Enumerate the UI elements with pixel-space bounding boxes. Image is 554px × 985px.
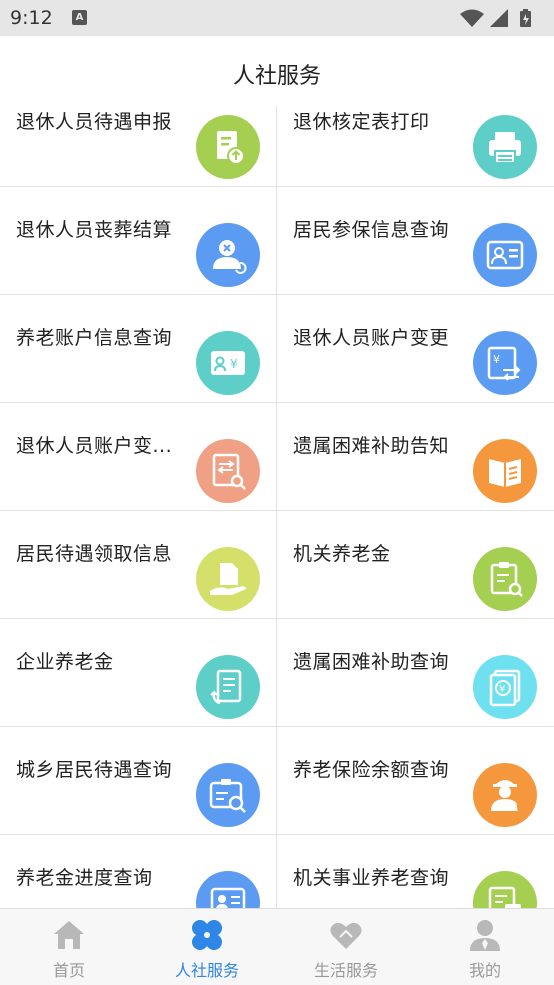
service-item-pension-progress-query[interactable]: 养老金进度查询 [0, 835, 277, 908]
user-icon [467, 917, 503, 957]
tab-label: 生活服务 [313, 961, 378, 980]
service-item-survivor-subsidy-query[interactable]: 遗属困难补助查询 ¥ [277, 619, 554, 727]
service-item-retirement-form-print[interactable]: 退休核定表打印 [277, 106, 554, 187]
service-label: 退休人员丧葬结算 [16, 219, 173, 241]
service-item-government-pension[interactable]: 机关养老金 [277, 511, 554, 619]
title-bar: 人社服务 [0, 36, 554, 106]
service-label: 企业养老金 [16, 651, 114, 673]
service-label: 居民待遇领取信息 [16, 543, 173, 565]
tab-life-services[interactable]: 生活服务 [277, 909, 415, 985]
svg-text:¥: ¥ [230, 357, 238, 371]
printer-icon [473, 115, 537, 179]
clipboard-search-icon [473, 547, 537, 611]
service-item-institution-pension-query[interactable]: 机关事业养老查询 ¥ [277, 835, 554, 908]
service-item-funeral-settlement[interactable]: 退休人员丧葬结算 [0, 187, 277, 295]
bottom-tab-bar: 首页 人社服务 生活服务 我的 [0, 908, 554, 985]
document-search-icon [196, 439, 260, 503]
service-item-resident-insurance-query[interactable]: 居民参保信息查询 [277, 187, 554, 295]
service-label: 机关事业养老查询 [293, 867, 450, 889]
service-item-retiree-account-change-2[interactable]: 退休人员账户变... [0, 403, 277, 511]
signal-icon [490, 9, 508, 27]
id-card-icon [473, 223, 537, 287]
battery-icon [520, 9, 531, 27]
open-book-icon [473, 439, 537, 503]
service-label: 退休人员待遇申报 [16, 111, 173, 133]
service-label: 退休核定表打印 [293, 111, 430, 133]
heart-icon [328, 917, 364, 957]
yuan-stack-icon: ¥ [473, 655, 537, 719]
status-time: 9:12 [10, 7, 53, 29]
hand-document-icon [196, 547, 260, 611]
tab-label: 我的 [468, 961, 501, 980]
service-item-retiree-account-change[interactable]: 退休人员账户变更 ¥ [277, 295, 554, 403]
tab-mine[interactable]: 我的 [416, 909, 554, 985]
card-search-icon [196, 763, 260, 827]
tab-label: 首页 [52, 961, 85, 980]
person-cancel-icon [196, 223, 260, 287]
account-yuan-icon: ¥ [196, 331, 260, 395]
service-label: 养老金进度查询 [16, 867, 153, 889]
service-item-enterprise-pension[interactable]: 企业养老金 [0, 619, 277, 727]
service-label: 遗属困难补助查询 [293, 651, 450, 673]
service-label: 养老账户信息查询 [16, 327, 173, 349]
tab-label: 人社服务 [174, 961, 239, 980]
service-label: 退休人员账户变更 [293, 327, 450, 349]
service-item-resident-benefit-info[interactable]: 居民待遇领取信息 [0, 511, 277, 619]
service-label: 退休人员账户变... [16, 435, 173, 457]
page-title: 人社服务 [232, 64, 321, 89]
service-item-pension-balance-query[interactable]: 养老保险余额查询 [277, 727, 554, 835]
wifi-icon [460, 9, 484, 27]
service-item-survivor-subsidy-notice[interactable]: 遗属困难补助告知 [277, 403, 554, 511]
status-bar: 9:12 A [0, 0, 554, 36]
service-item-pension-account-query[interactable]: 养老账户信息查询 ¥ [0, 295, 277, 403]
svg-text:¥: ¥ [493, 353, 500, 366]
document-yuan-icon: ¥ [473, 871, 537, 908]
document-refresh-icon [196, 655, 260, 719]
document-upload-icon [196, 115, 260, 179]
service-label: 养老保险余额查询 [293, 759, 450, 781]
service-label: 城乡居民待遇查询 [16, 759, 173, 781]
four-petal-icon [189, 917, 225, 957]
account-transfer-icon: ¥ [473, 331, 537, 395]
service-item-urban-rural-benefit-query[interactable]: 城乡居民待遇查询 [0, 727, 277, 835]
notification-icon: A [72, 10, 87, 25]
service-item-retirement-benefit-declare[interactable]: 退休人员待遇申报 [0, 106, 277, 187]
tab-hr-services[interactable]: 人社服务 [138, 909, 276, 985]
service-label: 遗属困难补助告知 [293, 435, 450, 457]
tab-home[interactable]: 首页 [0, 909, 138, 985]
home-icon [51, 917, 87, 957]
service-grid-scroll[interactable]: 退休人员待遇申报 退休核定表打印 退休人员丧葬结算 居民参保信息查询 养老账户信… [0, 106, 554, 908]
service-label: 居民参保信息查询 [293, 219, 450, 241]
profile-card-icon [196, 871, 260, 908]
elderly-person-icon [473, 763, 537, 827]
status-icons [458, 8, 542, 32]
svg-text:¥: ¥ [499, 684, 505, 695]
service-label: 机关养老金 [293, 543, 391, 565]
